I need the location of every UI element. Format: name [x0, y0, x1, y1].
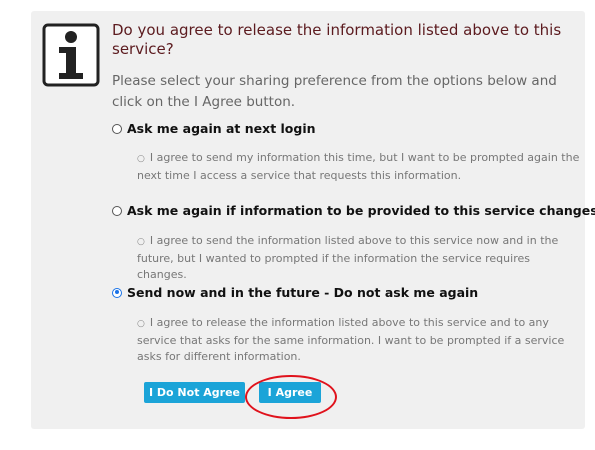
- radio-do-not-ask[interactable]: [112, 287, 122, 298]
- option-do-not-ask[interactable]: Send now and in the future - Do not ask …: [112, 285, 478, 300]
- option-label: Ask me again if information to be provid…: [127, 203, 595, 218]
- option-description: ○ I agree to send my information this tim…: [137, 151, 580, 182]
- do-not-agree-button[interactable]: I Do Not Agree: [144, 382, 245, 403]
- bullet-icon: ○: [137, 237, 145, 247]
- consent-title: Do you agree to release the information …: [112, 21, 562, 58]
- option-label: Send now and in the future - Do not ask …: [127, 285, 479, 300]
- radio-ask-if-changes[interactable]: [112, 205, 122, 216]
- option-ask-if-changes[interactable]: Ask me again if information to be provid…: [112, 203, 595, 218]
- info-icon: [42, 23, 100, 87]
- option-description: ○ I agree to send the information listed …: [137, 234, 559, 281]
- bullet-icon: ○: [137, 154, 145, 164]
- option-description: ○ I agree to release the information list…: [137, 316, 565, 363]
- consent-intro: Please select your sharing preference fr…: [112, 73, 557, 110]
- agree-highlight-circle: [245, 375, 337, 419]
- bullet-icon: ○: [137, 319, 145, 329]
- option-label: Ask me again at next login: [127, 121, 316, 136]
- radio-ask-next-login[interactable]: [112, 123, 122, 134]
- option-ask-next-login[interactable]: Ask me again at next login: [112, 121, 316, 136]
- consent-panel: Do you agree to release the information …: [31, 11, 595, 429]
